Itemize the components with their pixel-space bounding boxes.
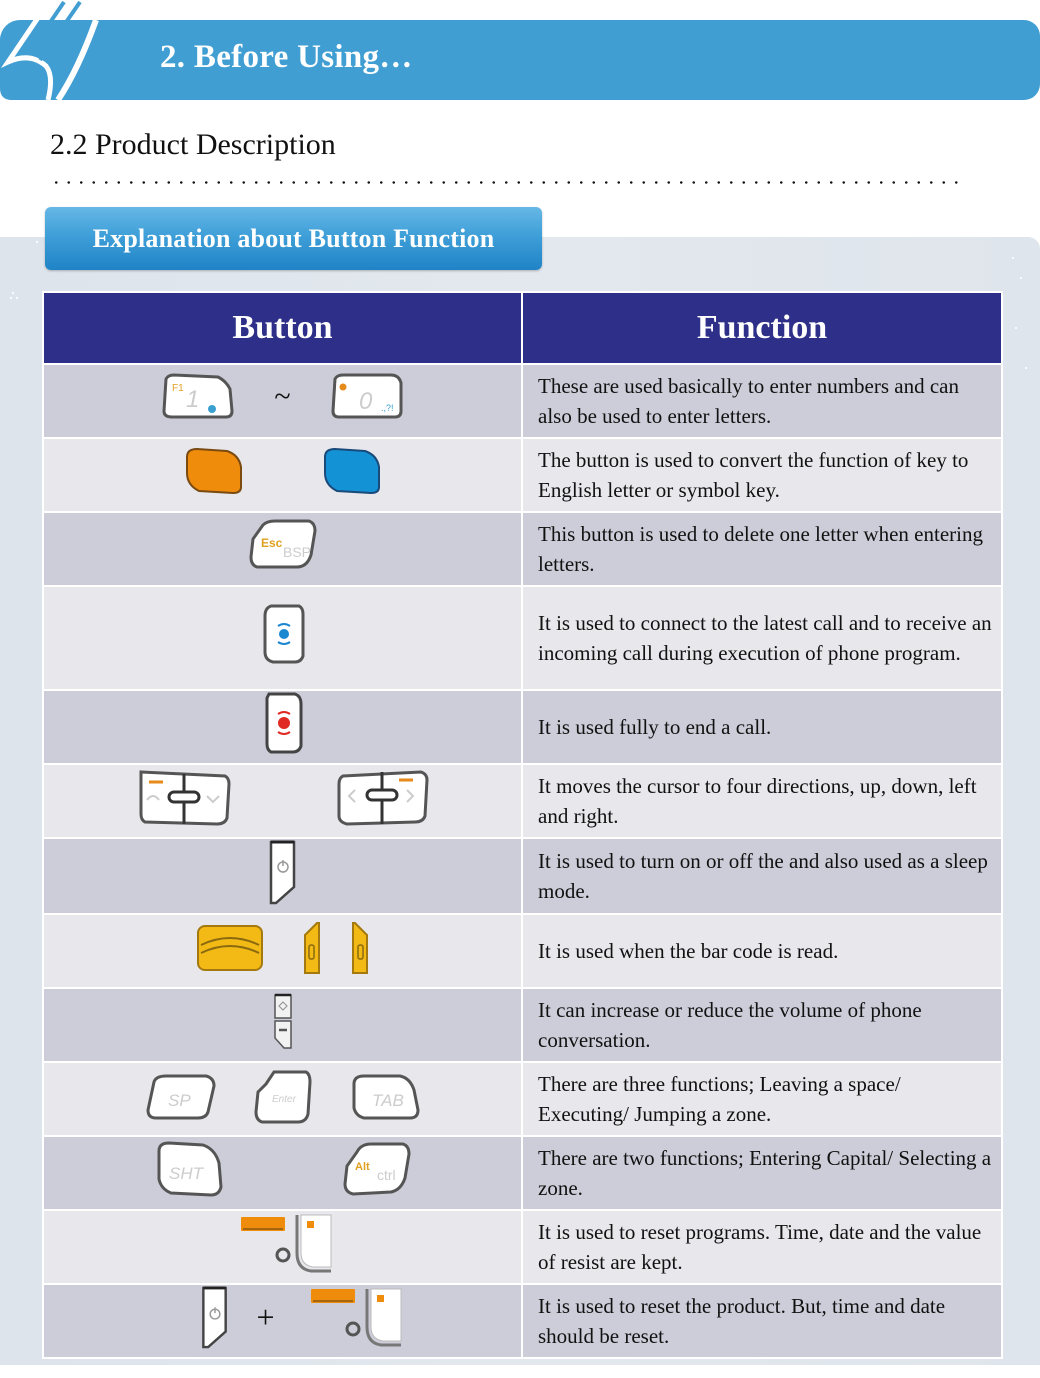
scan-key-left-side-icon [303,922,320,974]
sht-key-icon: SHT [157,1141,223,1197]
svg-text:1: 1 [186,386,199,413]
sp-key-icon: SP [145,1074,216,1120]
call-send-key-icon [263,604,304,664]
column-header-function: Function [523,293,1001,363]
button-cell [44,691,521,763]
esc-bsp-key-icon: Esc BSP [248,519,317,569]
range-separator: ~ [274,380,291,413]
tab-key-icon: TAB [352,1074,420,1120]
function-description: It is used to reset the product. But, ti… [523,1285,1001,1357]
table-row: + It is used to reset the product. But, … [44,1285,1001,1357]
button-function-table: Button Function F1 1 ~ 0 .,?! These are … [42,291,1003,1359]
volume-key-icon [273,993,292,1049]
power-key-icon [269,840,295,905]
combination-plus: + [256,1299,275,1335]
svg-text:Enter: Enter [272,1094,297,1105]
function-description: It is used to connect to the latest call… [523,587,1001,689]
key-0-icon: 0 .,?! [331,373,403,419]
svg-text:F1: F1 [172,383,184,394]
power-key-icon [202,1286,228,1349]
button-cell [44,989,521,1061]
scan-key-front-icon [196,925,263,971]
function-description: It is used fully to end a call. [523,691,1001,763]
table-header-row: Button Function [44,293,1001,363]
svg-text:SHT: SHT [169,1164,205,1183]
table-row: It is used to connect to the latest call… [44,587,1001,689]
section-title: 2.2 Product Description [50,128,336,161]
button-cell [44,439,521,511]
reset-hole-icon [230,1211,335,1275]
chapter-header-bar [0,20,1040,100]
button-cell [44,915,521,987]
svg-text:ctrl: ctrl [377,1167,396,1183]
svg-text:BSP: BSP [283,544,311,560]
table-row: It moves the cursor to four directions, … [44,765,1001,837]
table-row: It is used to turn on or off the and als… [44,839,1001,913]
svg-text:TAB: TAB [372,1091,404,1110]
svg-text:0: 0 [359,388,373,415]
button-cell: Esc BSP [44,513,521,585]
function-description: There are three functions; Leaving a spa… [523,1063,1001,1135]
button-cell [44,587,521,689]
table-row: It is used when the bar code is read. [44,915,1001,987]
orange-function-key-icon [185,447,242,495]
dotted-divider [50,181,960,184]
button-cell: SP Enter TAB [44,1063,521,1135]
reset-hole-icon [310,1288,402,1347]
table-row: Esc BSP This button is used to delete on… [44,513,1001,585]
chapter-title: 2. Before Using… [160,39,413,75]
function-description: It can increase or reduce the volume of … [523,989,1001,1061]
scan-key-right-side-icon [351,922,368,974]
table-row: It is used to reset programs. Time, date… [44,1211,1001,1283]
function-description: It moves the cursor to four directions, … [523,765,1001,837]
button-cell: SHT Alt ctrl [44,1137,521,1209]
page-curl-logo-icon [0,0,99,102]
svg-text:Esc: Esc [261,536,283,550]
button-cell [44,765,521,837]
table-row: F1 1 ~ 0 .,?! These are used basically t… [44,365,1001,437]
function-description: It is used to turn on or off the and als… [523,839,1001,913]
section-tab-label: Explanation about Button Function [92,223,495,253]
function-description: There are two functions; Entering Capita… [523,1137,1001,1209]
enter-key-icon: Enter [253,1070,312,1124]
section-tab: Explanation about Button Function [45,207,542,270]
up-down-nav-key-icon [139,770,231,826]
button-cell [44,839,521,913]
chapter-header: 2. Before Using… [0,0,1040,102]
svg-text:Alt: Alt [355,1161,370,1173]
table-row: The button is used to convert the functi… [44,439,1001,511]
left-right-nav-key-icon [337,770,429,826]
function-description: It is used when the bar code is read. [523,915,1001,987]
svg-text:SP: SP [168,1091,191,1110]
function-description: This button is used to delete one letter… [523,513,1001,585]
table-row: SP Enter TAB There are three functions; … [44,1063,1001,1135]
function-description: These are used basically to enter number… [523,365,1001,437]
blue-function-key-icon [323,447,380,495]
button-cell [44,1211,521,1283]
svg-text:.,?!: .,?! [381,403,394,413]
call-end-key-icon [265,692,302,754]
function-description: It is used to reset programs. Time, date… [523,1211,1001,1283]
function-description: The button is used to convert the functi… [523,439,1001,511]
alt-ctrl-key-icon: Alt ctrl [342,1142,411,1196]
table-row: SHT Alt ctrl There are two functions; En… [44,1137,1001,1209]
key-1-f1-icon: F1 1 [162,373,234,419]
button-cell: F1 1 ~ 0 .,?! [44,365,521,437]
column-header-button: Button [44,293,521,363]
table-row: It can increase or reduce the volume of … [44,989,1001,1061]
button-cell: + [44,1285,521,1357]
table-row: It is used fully to end a call. [44,691,1001,763]
